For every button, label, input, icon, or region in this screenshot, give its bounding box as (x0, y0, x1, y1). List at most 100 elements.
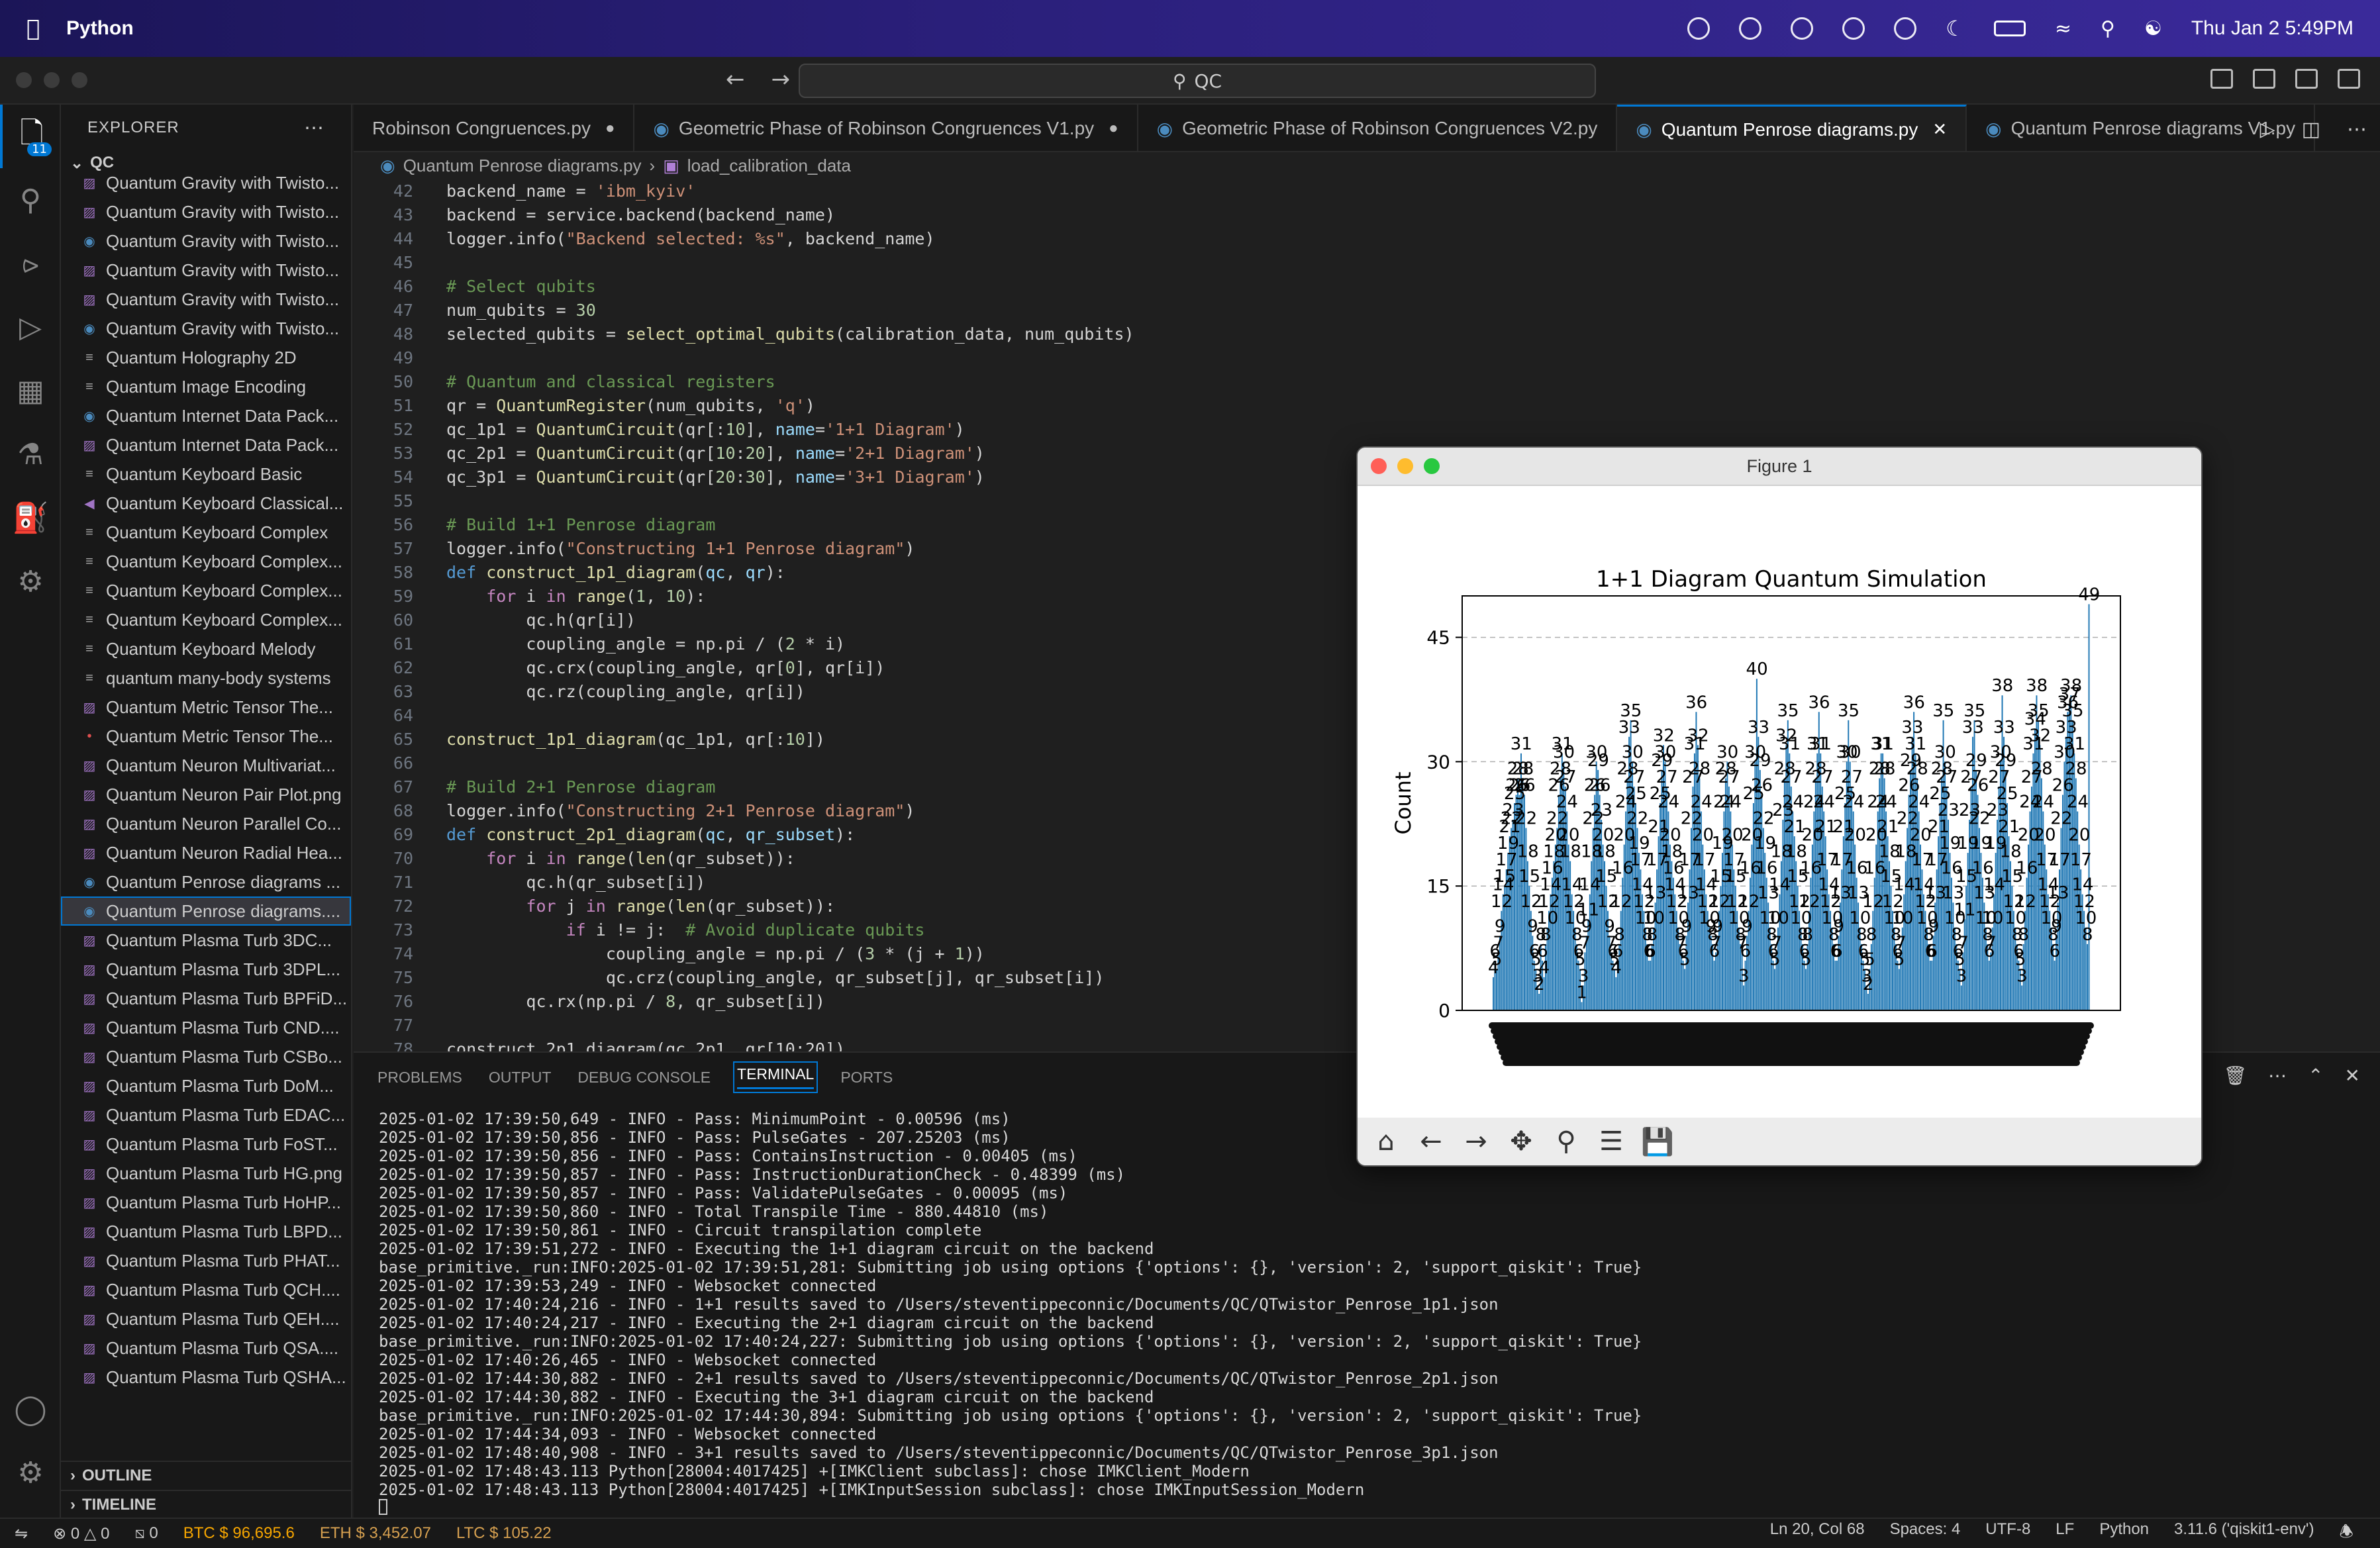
file-tree-item[interactable]: ◉ Quantum Penrose diagrams ... (61, 867, 351, 896)
code-line[interactable]: 50 # Quantum and classical registers (354, 369, 2340, 393)
customize-layout-icon[interactable] (2210, 69, 2233, 89)
file-tree-item[interactable]: ≡ Quantum Holography 2D (61, 343, 351, 372)
ltc-price[interactable]: LTC $ 105.22 (456, 1524, 552, 1543)
file-tree-item[interactable]: ≡ Quantum Keyboard Complex (61, 518, 351, 547)
panel-tab-ports[interactable]: PORTS (840, 1069, 893, 1087)
search-activity[interactable]: ⚲ (0, 168, 61, 232)
line-endings[interactable]: LF (2056, 1520, 2074, 1547)
editor-tab[interactable]: Robinson Congruences.py ● (354, 105, 635, 151)
apple-menu-icon[interactable]:  (26, 15, 66, 42)
close-tab-icon[interactable]: ✕ (1932, 119, 1947, 140)
panel-tab-output[interactable]: OUTPUT (489, 1069, 552, 1087)
file-tree-item[interactable]: ≡ Quantum Keyboard Melody (61, 634, 351, 663)
more-actions-icon[interactable]: ⋯ (304, 117, 324, 140)
extensions-activity[interactable]: ▦ (0, 359, 61, 422)
code-line[interactable]: 51 qr = QuantumRegister(num_qubits, 'q') (354, 393, 2340, 417)
back-arrow-icon[interactable]: ← (1416, 1126, 1446, 1157)
file-tree-item[interactable]: ▨ Quantum Plasma Turb 3DPL... (61, 955, 351, 984)
file-tree-item[interactable]: ▨ Quantum Plasma Turb QSA.... (61, 1333, 351, 1363)
file-tree-item[interactable]: ≡ Quantum Keyboard Basic (61, 460, 351, 489)
file-tree-item[interactable]: ▨ Quantum Plasma Turb QCH.... (61, 1275, 351, 1304)
spotlight-search-icon[interactable]: ⚲ (2101, 17, 2115, 40)
file-tree-item[interactable]: ▨ Quantum Plasma Turb EDAC... (61, 1100, 351, 1130)
zoom-window-button[interactable] (72, 72, 87, 88)
code-line[interactable]: 45 (354, 250, 2340, 274)
toggle-secondary-sidebar-icon[interactable] (2338, 69, 2360, 89)
file-tree-item[interactable]: ◉ Quantum Penrose diagrams.... (61, 896, 351, 926)
status-icon-3[interactable] (1791, 17, 1814, 40)
code-line[interactable]: 42 backend_name = 'ibm_kyiv' (354, 179, 2340, 203)
split-editor-icon[interactable]: ◫ (2302, 118, 2320, 141)
trash-icon[interactable]: 🗑 (2224, 1065, 2248, 1087)
problems-status[interactable]: ⊗ 0 △ 0 (53, 1524, 109, 1543)
ports-status[interactable]: ⧅ 0 (134, 1524, 158, 1543)
figure-canvas[interactable]: 1+1 Diagram Quantum Simulation 0 15 30 45 Cou… (1358, 486, 2201, 1120)
status-icon-2[interactable] (1739, 17, 1762, 40)
control-center-icon[interactable]: ☯ (2144, 17, 2162, 40)
file-tree-item[interactable]: ▨ Quantum Metric Tensor The... (61, 693, 351, 722)
cursor-position[interactable]: Ln 20, Col 68 (1770, 1520, 1865, 1547)
remote-indicator-icon[interactable]: ⇋ (15, 1524, 28, 1543)
zoom-icon[interactable]: ⚲ (1551, 1126, 1581, 1157)
file-tree-item[interactable]: ▨ Quantum Neuron Multivariat... (61, 751, 351, 780)
maximize-panel-icon[interactable]: ⌃ (2308, 1065, 2323, 1087)
more-actions-icon[interactable]: ⋯ (2268, 1065, 2287, 1087)
wifi-icon[interactable]: ≈ (2055, 17, 2071, 40)
status-icon-4[interactable] (1842, 17, 1865, 40)
file-tree-item[interactable]: ▨ Quantum Plasma Turb PHAT... (61, 1246, 351, 1275)
file-tree-item[interactable]: ≡ quantum many-body systems (61, 663, 351, 693)
code-line[interactable]: 49 (354, 346, 2340, 369)
breadcrumb-symbol[interactable]: load_calibration_data (687, 156, 851, 176)
file-tree-item[interactable]: ▨ Quantum Plasma Turb BPFiD... (61, 984, 351, 1013)
file-tree-item[interactable]: ◉ Quantum Internet Data Pack... (61, 401, 351, 430)
active-app-name[interactable]: Python (66, 17, 134, 40)
back-arrow-icon[interactable]: ← (726, 66, 745, 93)
file-tree-item[interactable]: ▨ Quantum Gravity with Twisto... (61, 197, 351, 226)
minimize-window-button[interactable] (44, 72, 60, 88)
toggle-sidebar-icon[interactable] (2253, 69, 2275, 89)
editor-tab[interactable]: ◉ Geometric Phase of Robinson Congruences… (634, 105, 1138, 151)
language-mode[interactable]: Python (2099, 1520, 2149, 1547)
terminal-output[interactable]: 2025-01-02 17:39:50,649 - INFO - Pass: M… (379, 1110, 1642, 1518)
panel-tab-debug-console[interactable]: DEBUG CONSOLE (577, 1069, 711, 1087)
indentation[interactable]: Spaces: 4 (1890, 1520, 1961, 1547)
file-tree-item[interactable]: ≡ Quantum Keyboard Complex... (61, 576, 351, 605)
file-tree-item[interactable]: ▨ Quantum Gravity with Twisto... (61, 168, 351, 197)
editor-tab[interactable]: ◉ Quantum Penrose diagrams.py ✕ (1617, 105, 1967, 151)
manage-activity[interactable]: ⚙ (0, 1441, 61, 1504)
command-center-search[interactable]: ⚲ QC (799, 64, 1596, 98)
file-tree-item[interactable]: ≡ Quantum Image Encoding (61, 372, 351, 401)
moon-icon[interactable]: ☾ (1946, 16, 1965, 41)
timeline-section[interactable]: › TIMELINE (61, 1490, 352, 1519)
code-line[interactable]: 43 backend = service.backend(backend_name… (354, 203, 2340, 226)
file-tree-item[interactable]: ▨ Quantum Neuron Pair Plot.png (61, 780, 351, 809)
encoding[interactable]: UTF-8 (1985, 1520, 2030, 1547)
close-panel-icon[interactable]: ✕ (2345, 1065, 2360, 1087)
terminal-cursor[interactable] (379, 1499, 1642, 1518)
file-tree-item[interactable]: ▨ Quantum Plasma Turb CSBo... (61, 1042, 351, 1071)
configure-subplots-icon[interactable]: ☰ (1596, 1126, 1626, 1157)
accounts-activity[interactable]: ◯ (0, 1377, 61, 1441)
status-icon-5[interactable] (1894, 17, 1917, 40)
file-tree-item[interactable]: ▨ Quantum Plasma Turb HoHP... (61, 1188, 351, 1217)
file-tree-item[interactable]: ▨ Quantum Gravity with Twisto... (61, 256, 351, 285)
file-tree-item[interactable]: ◀ Quantum Keyboard Classical... (61, 489, 351, 518)
file-tree-item[interactable]: ◉ Quantum Gravity with Twisto... (61, 314, 351, 343)
file-tree-item[interactable]: ▨Quantum Plasma Turb QSHA... (61, 1392, 351, 1393)
pan-icon[interactable]: ✥ (1506, 1126, 1536, 1157)
battery-icon[interactable] (1993, 21, 2026, 36)
file-tree-item[interactable]: ▨ Quantum Internet Data Pack... (61, 430, 351, 460)
breadcrumb-file[interactable]: Quantum Penrose diagrams.py (403, 156, 642, 176)
forward-arrow-icon[interactable]: → (1461, 1126, 1491, 1157)
status-icon-1[interactable] (1687, 17, 1711, 40)
docker-activity[interactable]: ⛽ (0, 486, 61, 550)
forward-arrow-icon[interactable]: → (771, 66, 791, 93)
close-window-button[interactable] (16, 72, 32, 88)
run-icon[interactable]: ▷ (2260, 118, 2275, 141)
notifications-icon[interactable]: 🕭 (2340, 1520, 2354, 1547)
code-line[interactable]: 52 qc_1p1 = QuantumCircuit(qr[:10], name=… (354, 417, 2340, 441)
file-tree-item[interactable]: ≡ Quantum Keyboard Complex... (61, 547, 351, 576)
file-tree-item[interactable]: ≡ Quantum Keyboard Complex... (61, 605, 351, 634)
file-tree-item[interactable]: ▨ Quantum Plasma Turb FoST... (61, 1130, 351, 1159)
code-line[interactable]: 48 selected_qubits = select_optimal_qubit… (354, 322, 2340, 346)
